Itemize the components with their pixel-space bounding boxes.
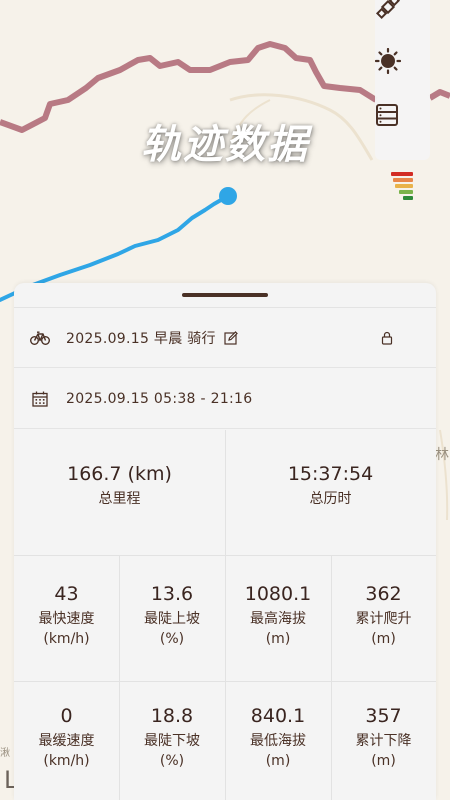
stat-value: 18.8 — [150, 705, 194, 727]
stat-unit: (m) — [371, 753, 396, 769]
layers-button[interactable] — [375, 103, 430, 143]
signal-bar — [403, 196, 413, 200]
stat-unit: (%) — [159, 753, 185, 769]
bicycle-icon — [30, 331, 50, 345]
activity-title-row: 2025.09.15 早晨 骑行 — [14, 308, 436, 368]
stat-label: 最缓速度 — [38, 733, 95, 749]
stat-steepest-downhill: 18.8 最陡下坡 (%) — [119, 705, 225, 771]
edit-icon — [224, 330, 238, 345]
stat-label: 总历时 — [309, 491, 352, 507]
stat-unit: (m) — [265, 753, 291, 769]
stat-total-descent: 357 累计下降 (m) — [331, 705, 436, 771]
stat-min-speed: 0 最缓速度 (km/h) — [14, 705, 119, 771]
stat-label: 总里程 — [98, 491, 141, 507]
stat-total-distance: 166.7 (km) 总里程 — [14, 463, 225, 509]
time-range: 2025.09.15 05:38 - 21:16 — [66, 390, 253, 407]
edit-title-button[interactable] — [224, 330, 238, 345]
map-label-left: 湫 — [0, 748, 10, 759]
stat-label: 最低海拔 — [250, 733, 306, 749]
stat-value: 43 — [54, 583, 79, 605]
stat-value: 357 — [365, 705, 402, 727]
layers-list-icon — [376, 104, 398, 126]
stat-unit: (m) — [371, 631, 396, 647]
signal-bar — [399, 190, 413, 194]
lock-icon — [381, 331, 393, 345]
gps-signal-indicator — [391, 172, 415, 212]
stat-min-altitude: 840.1 最低海拔 (m) — [225, 705, 331, 771]
stat-unit: (m) — [265, 631, 291, 647]
lock-button[interactable] — [381, 330, 393, 349]
stat-label: 最高海拔 — [250, 611, 306, 627]
map-label: 林 — [435, 447, 449, 463]
stat-label: 累计爬升 — [355, 611, 412, 627]
calendar-icon — [32, 391, 48, 407]
brightness-icon — [375, 48, 401, 74]
brightness-button[interactable] — [375, 48, 430, 88]
stat-value: 13.6 — [150, 583, 194, 605]
activity-title: 2025.09.15 早晨 骑行 — [66, 330, 216, 347]
stat-steepest-uphill: 13.6 最陡上坡 (%) — [119, 583, 225, 649]
stat-value: 166.7 (km) — [67, 463, 172, 485]
signal-bar — [391, 172, 413, 176]
track-end-point — [219, 187, 237, 205]
stat-max-speed: 43 最快速度 (km/h) — [14, 583, 119, 649]
stat-total-climb: 362 累计爬升 (m) — [331, 583, 436, 649]
sheet-drag-handle[interactable] — [182, 293, 268, 297]
stat-value: 1080.1 — [244, 583, 312, 605]
stat-unit: (km/h) — [43, 631, 90, 647]
stat-total-duration: 15:37:54 总历时 — [225, 463, 436, 509]
stat-value: 15:37:54 — [287, 463, 374, 485]
stat-max-altitude: 1080.1 最高海拔 (m) — [225, 583, 331, 649]
satellite-icon — [375, 0, 401, 20]
stat-value: 840.1 — [250, 705, 306, 727]
satellite-button[interactable] — [375, 0, 430, 34]
signal-bar — [395, 184, 413, 188]
stat-label: 最陡下坡 — [144, 733, 200, 749]
stat-label: 累计下降 — [355, 733, 412, 749]
map-toolbar — [375, 0, 430, 160]
stat-value: 362 — [365, 583, 402, 605]
stat-label: 最快速度 — [38, 611, 95, 627]
time-range-row: 2025.09.15 05:38 - 21:16 — [14, 369, 436, 429]
stat-value: 0 — [60, 705, 73, 727]
stat-unit: (km/h) — [43, 753, 90, 769]
signal-bar — [393, 178, 413, 182]
stat-label: 最陡上坡 — [144, 611, 200, 627]
track-data-sheet: 2025.09.15 早晨 骑行 2025.09.15 05:38 - 21:1… — [14, 283, 436, 800]
stat-unit: (%) — [159, 631, 185, 647]
